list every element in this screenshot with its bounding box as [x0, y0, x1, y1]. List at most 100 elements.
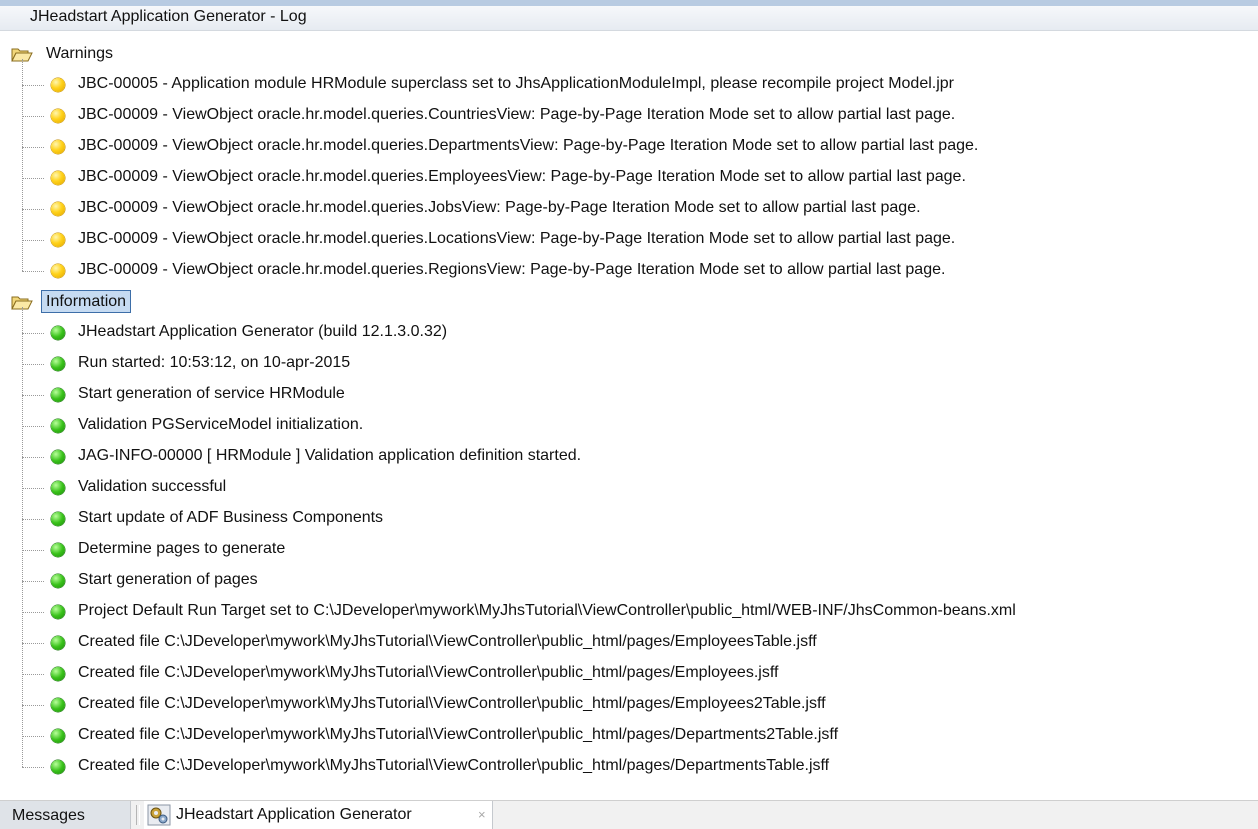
tree-guide-line [22, 59, 23, 271]
information-message[interactable]: Created file C:\JDeveloper\mywork\MyJhsT… [0, 751, 1258, 782]
message-text: JBC-00009 - ViewObject oracle.hr.model.q… [78, 230, 956, 247]
tab-divider [136, 805, 140, 825]
information-message[interactable]: Determine pages to generate [0, 534, 1258, 565]
message-text: JBC-00009 - ViewObject oracle.hr.model.q… [78, 137, 979, 154]
information-message[interactable]: Run started: 10:53:12, on 10-apr-2015 [0, 348, 1258, 379]
green-circle-icon [51, 574, 65, 588]
tab-messages[interactable]: Messages [0, 801, 131, 829]
message-text: JHeadstart Application Generator (build … [78, 323, 448, 340]
tree-connector [22, 767, 44, 768]
tree-connector [22, 333, 44, 334]
tree-connector [22, 736, 44, 737]
message-text: JBC-00009 - ViewObject oracle.hr.model.q… [78, 106, 956, 123]
warning-message[interactable]: JBC-00009 - ViewObject oracle.hr.model.q… [0, 255, 1258, 286]
message-text: JAG-INFO-00000 [ HRModule ] Validation a… [78, 447, 582, 464]
tree-connector [22, 147, 44, 148]
message-text: Created file C:\JDeveloper\mywork\MyJhsT… [78, 695, 826, 712]
tree-connector [22, 488, 44, 489]
yellow-circle-icon [51, 264, 65, 278]
log-tree[interactable]: Warnings JBC-00005 - Application module … [0, 38, 1258, 782]
information-message[interactable]: Start generation of pages [0, 565, 1258, 596]
yellow-circle-icon [51, 109, 65, 123]
information-message[interactable]: Start update of ADF Business Components [0, 503, 1258, 534]
generator-icon [147, 804, 171, 826]
warning-message[interactable]: JBC-00009 - ViewObject oracle.hr.model.q… [0, 162, 1258, 193]
warning-message[interactable]: JBC-00009 - ViewObject oracle.hr.model.q… [0, 193, 1258, 224]
information-message[interactable]: Validation successful [0, 472, 1258, 503]
yellow-circle-icon [51, 171, 65, 185]
green-circle-icon [51, 698, 65, 712]
tree-connector [22, 705, 44, 706]
tree-connector [22, 364, 44, 365]
log-title: JHeadstart Application Generator - Log [30, 8, 307, 25]
message-text: Start update of ADF Business Components [78, 509, 384, 526]
information-message[interactable]: Created file C:\JDeveloper\mywork\MyJhsT… [0, 627, 1258, 658]
information-message[interactable]: JHeadstart Application Generator (build … [0, 317, 1258, 348]
warning-message[interactable]: JBC-00009 - ViewObject oracle.hr.model.q… [0, 100, 1258, 131]
log-title-bar: JHeadstart Application Generator - Log [0, 6, 1258, 31]
tab-jheadstart-generator[interactable]: JHeadstart Application Generator × [144, 801, 493, 829]
message-text: JBC-00009 - ViewObject oracle.hr.model.q… [78, 261, 946, 278]
information-message[interactable]: Validation PGServiceModel initialization… [0, 410, 1258, 441]
tree-connector [22, 240, 44, 241]
category-information[interactable]: Information [0, 286, 1258, 317]
information-message[interactable]: Created file C:\JDeveloper\mywork\MyJhsT… [0, 720, 1258, 751]
green-circle-icon [51, 543, 65, 557]
message-text: Validation successful [78, 478, 227, 495]
tree-connector [22, 550, 44, 551]
message-text: Created file C:\JDeveloper\mywork\MyJhsT… [78, 757, 830, 774]
tree-connector [22, 395, 44, 396]
tree-guide-line [22, 307, 23, 767]
green-circle-icon [51, 388, 65, 402]
warning-items: JBC-00005 - Application module HRModule … [0, 59, 1258, 286]
warning-message[interactable]: JBC-00009 - ViewObject oracle.hr.model.q… [0, 224, 1258, 255]
tree-connector [22, 116, 44, 117]
message-text: Project Default Run Target set to C:\JDe… [78, 602, 1016, 619]
information-message[interactable]: Created file C:\JDeveloper\mywork\MyJhsT… [0, 658, 1258, 689]
tree-connector [22, 643, 44, 644]
tree-connector [22, 457, 44, 458]
green-circle-icon [51, 512, 65, 526]
yellow-circle-icon [51, 233, 65, 247]
tree-connector [22, 674, 44, 675]
bottom-tab-bar: Messages JHeadstart Application Generato… [0, 800, 1258, 829]
close-icon[interactable]: × [478, 807, 486, 822]
tree-connector [22, 426, 44, 427]
message-text: JBC-00009 - ViewObject oracle.hr.model.q… [78, 199, 921, 216]
information-message[interactable]: Start generation of service HRModule [0, 379, 1258, 410]
message-text: Validation PGServiceModel initialization… [78, 416, 364, 433]
category-label: Warnings [46, 45, 113, 62]
green-circle-icon [51, 760, 65, 774]
information-message[interactable]: Project Default Run Target set to C:\JDe… [0, 596, 1258, 627]
information-message[interactable]: JAG-INFO-00000 [ HRModule ] Validation a… [0, 441, 1258, 472]
message-text: JBC-00005 - Application module HRModule … [78, 75, 954, 92]
tree-connector [22, 209, 44, 210]
message-text: JBC-00009 - ViewObject oracle.hr.model.q… [78, 168, 966, 185]
green-circle-icon [51, 636, 65, 650]
green-circle-icon [51, 605, 65, 619]
green-circle-icon [51, 481, 65, 495]
tree-connector [22, 178, 44, 179]
tree-connector [22, 519, 44, 520]
message-text: Determine pages to generate [78, 540, 286, 557]
category-warnings[interactable]: Warnings [0, 38, 1258, 69]
tree-connector [22, 581, 44, 582]
tree-connector [22, 612, 44, 613]
green-circle-icon [51, 419, 65, 433]
information-message[interactable]: Created file C:\JDeveloper\mywork\MyJhsT… [0, 689, 1258, 720]
green-circle-icon [51, 729, 65, 743]
yellow-circle-icon [51, 78, 65, 92]
tab-messages-label: Messages [12, 807, 85, 824]
yellow-circle-icon [51, 140, 65, 154]
tree-connector [22, 85, 44, 86]
tab-generator-label: JHeadstart Application Generator [176, 806, 412, 823]
message-text: Start generation of service HRModule [78, 385, 345, 402]
warning-message[interactable]: JBC-00005 - Application module HRModule … [0, 69, 1258, 100]
message-text: Start generation of pages [78, 571, 258, 588]
message-text: Created file C:\JDeveloper\mywork\MyJhsT… [78, 633, 817, 650]
message-text: Created file C:\JDeveloper\mywork\MyJhsT… [78, 726, 839, 743]
green-circle-icon [51, 450, 65, 464]
warning-message[interactable]: JBC-00009 - ViewObject oracle.hr.model.q… [0, 131, 1258, 162]
information-items: JHeadstart Application Generator (build … [0, 307, 1258, 782]
green-circle-icon [51, 357, 65, 371]
